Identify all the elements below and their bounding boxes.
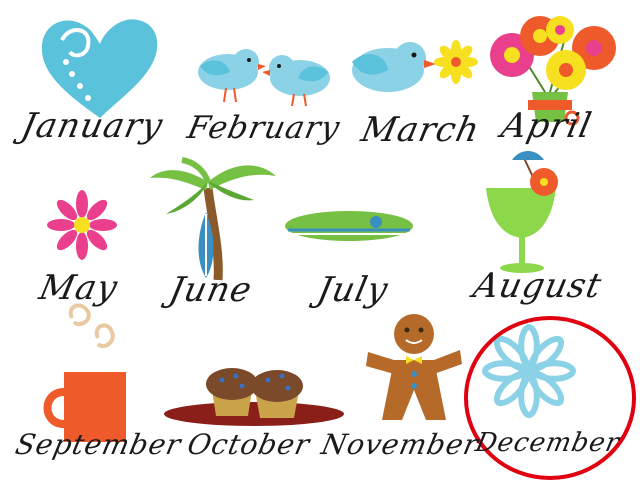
month-label-september: September: [12, 428, 185, 461]
month-label-march: March: [357, 110, 484, 150]
snowflake-icon: [481, 323, 577, 419]
daisy-icon: [47, 190, 117, 260]
month-label-june: June: [165, 270, 256, 310]
month-label-may: May: [35, 268, 122, 308]
cocktail-icon: [486, 151, 558, 273]
month-label-january: January: [17, 106, 167, 146]
gingerbread-icon: [366, 314, 462, 420]
muffins-icon: [164, 368, 344, 426]
surfboard-icon: [285, 211, 413, 241]
months-illustration: [41, 16, 636, 480]
bird-flower-icon: [352, 40, 478, 92]
birds-icon: [198, 49, 330, 107]
month-label-february: February: [184, 110, 344, 146]
month-label-august: August: [469, 266, 606, 306]
heart-icon: [41, 19, 158, 119]
month-label-november: November: [318, 428, 482, 461]
month-label-july: July: [313, 270, 392, 310]
palm-surfboard-icon: [150, 157, 276, 281]
month-label-december: December: [472, 428, 623, 458]
month-label-october: October: [184, 428, 314, 461]
month-label-april: April: [497, 106, 596, 146]
coffee-mug-icon: [43, 303, 126, 442]
